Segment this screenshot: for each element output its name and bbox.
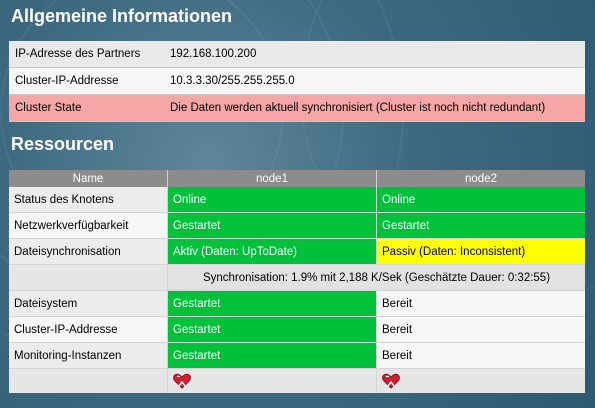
resource-name: Monitoring-Instanzen: [9, 342, 168, 369]
resource-name: Netzwerkverfügbarkeit: [9, 212, 168, 239]
column-header-name: Name: [9, 170, 168, 187]
table-row: Monitoring-Instanzen Gestartet Bereit: [9, 342, 585, 369]
node2-action-cell: [376, 368, 585, 393]
node1-status: Aktiv (Daten: UpToDate): [167, 238, 377, 265]
resource-name: Status des Knotens: [9, 187, 168, 213]
node2-status: Passiv (Daten: Inconsistent): [376, 238, 585, 265]
table-row: Dateisynchronisation Aktiv (Daten: UpToD…: [9, 238, 585, 265]
general-info-table: IP-Adresse des Partners 192.168.100.200 …: [9, 41, 585, 122]
node2-status: Bereit: [376, 316, 585, 343]
node1-status: Gestartet: [167, 290, 377, 317]
resource-name: Dateisystem: [9, 290, 168, 317]
info-value: 10.3.3.30/255.255.255.0: [164, 67, 585, 95]
node2-status: Gestartet: [376, 212, 585, 239]
empty-cell: [9, 264, 168, 291]
table-row: Dateisystem Gestartet Bereit: [9, 290, 585, 317]
info-label: Cluster State: [9, 94, 164, 122]
section-title-general-info: Allgemeine Informationen: [11, 6, 233, 26]
heart-action-icon[interactable]: [382, 373, 400, 389]
sync-row: Synchronisation: 1.9% mit 2,188 K/Sek (G…: [9, 264, 585, 291]
node1-status: Gestartet: [167, 342, 377, 369]
node1-status: Gestartet: [167, 316, 377, 343]
info-value: Die Daten werden aktuell synchronisiert …: [164, 94, 585, 122]
info-label: IP-Adresse des Partners: [9, 41, 164, 68]
heart-action-icon[interactable]: [173, 373, 191, 389]
node2-status: Online: [376, 187, 585, 213]
column-header-node2: node2: [376, 170, 585, 187]
empty-cell: [9, 368, 168, 393]
sync-progress-text: Synchronisation: 1.9% mit 2,188 K/Sek (G…: [167, 264, 585, 291]
action-row: [9, 368, 585, 393]
node1-status: Gestartet: [167, 212, 377, 239]
node2-status: Bereit: [376, 342, 585, 369]
node1-status: Online: [167, 187, 377, 213]
info-row-cluster-ip: Cluster-IP-Addresse 10.3.3.30/255.255.25…: [9, 67, 585, 95]
column-header-node1: node1: [167, 170, 377, 187]
table-row: Cluster-IP-Addresse Gestartet Bereit: [9, 316, 585, 343]
node1-action-cell: [167, 368, 377, 393]
table-header-row: Name node1 node2: [9, 170, 585, 187]
resource-name: Cluster-IP-Addresse: [9, 316, 168, 343]
section-title-resources: Ressourcen: [11, 134, 115, 154]
info-row-partner-ip: IP-Adresse des Partners 192.168.100.200: [9, 41, 585, 68]
table-row: Status des Knotens Online Online: [9, 187, 585, 213]
info-label: Cluster-IP-Addresse: [9, 67, 164, 95]
info-value: 192.168.100.200: [164, 41, 585, 68]
table-row: Netzwerkverfügbarkeit Gestartet Gestarte…: [9, 212, 585, 239]
info-row-cluster-state: Cluster State Die Daten werden aktuell s…: [9, 94, 585, 122]
resources-table: Name node1 node2 Status des Knotens Onli…: [9, 170, 585, 393]
resource-name: Dateisynchronisation: [9, 238, 168, 265]
node2-status: Bereit: [376, 290, 585, 317]
